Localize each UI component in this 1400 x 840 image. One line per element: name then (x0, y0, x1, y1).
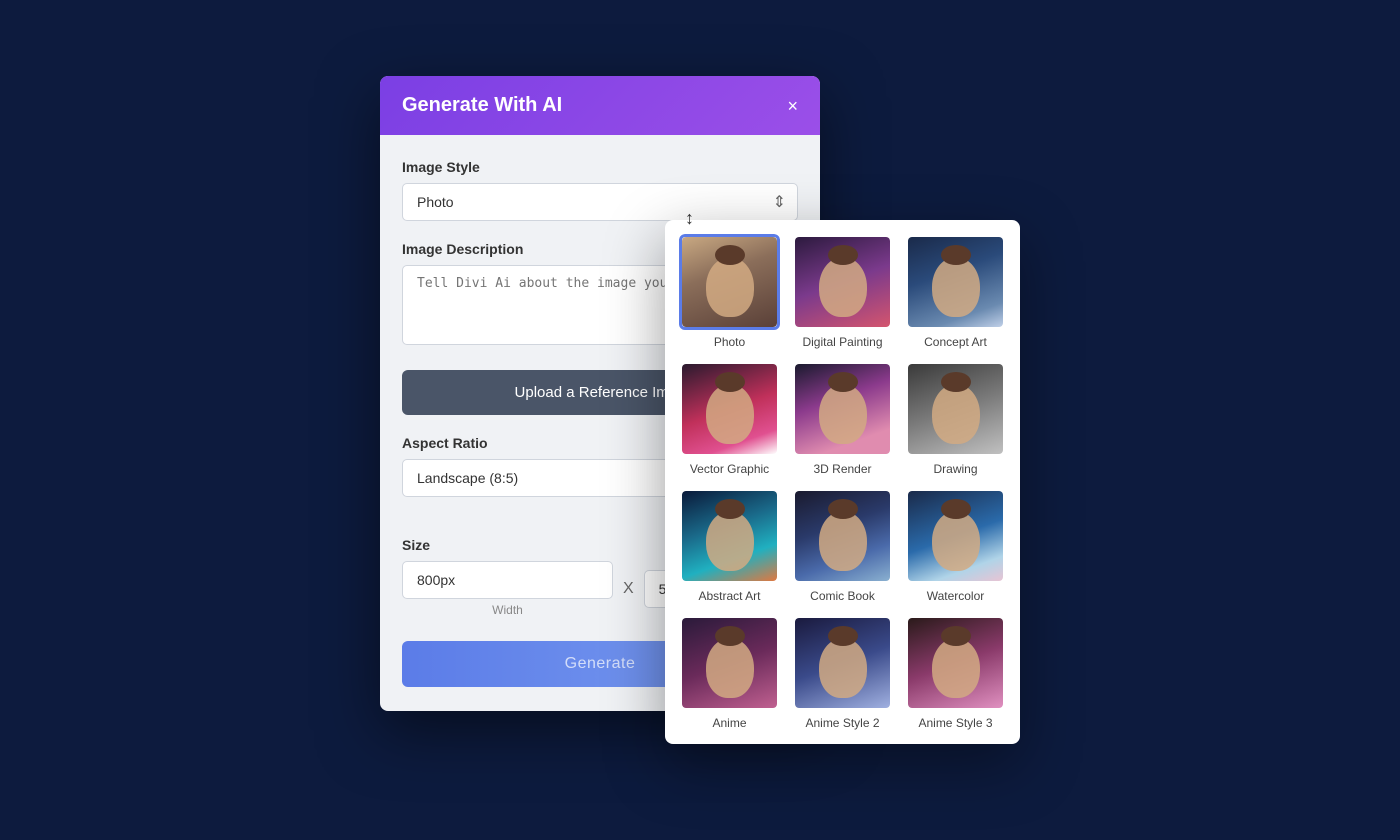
style-thumb-digital-painting (795, 237, 890, 327)
style-thumb-anime1 (682, 618, 777, 708)
size-x-icon: X (623, 580, 634, 598)
style-thumb-wrap-comic-book (792, 488, 893, 584)
style-thumb-wrap-drawing (905, 361, 1006, 457)
style-thumb-wrap-anime3 (905, 615, 1006, 711)
style-item-3d-render[interactable]: 3D Render (792, 361, 893, 476)
style-name-anime3: Anime Style 3 (918, 716, 992, 730)
style-picker-dropdown: Photo Digital Painting Concept Art Vector G… (665, 220, 1020, 744)
style-thumb-anime3 (908, 618, 1003, 708)
style-name-vector-graphic: Vector Graphic (690, 462, 769, 476)
style-item-anime2[interactable]: Anime Style 2 (792, 615, 893, 730)
style-item-digital-painting[interactable]: Digital Painting (792, 234, 893, 349)
style-thumb-wrap-anime1 (679, 615, 780, 711)
image-style-label: Image Style (402, 159, 798, 175)
style-thumb-concept-art (908, 237, 1003, 327)
style-name-digital-painting: Digital Painting (802, 335, 882, 349)
style-thumb-comic-book (795, 491, 890, 581)
style-thumb-wrap-3d-render (792, 361, 893, 457)
style-name-3d-render: 3D Render (813, 462, 871, 476)
style-thumb-watercolor (908, 491, 1003, 581)
style-name-comic-book: Comic Book (810, 589, 875, 603)
style-item-photo[interactable]: Photo (679, 234, 780, 349)
style-thumb-wrap-digital-painting (792, 234, 893, 330)
dialog-header: Generate With AI × (380, 76, 820, 135)
style-thumb-wrap-abstract-art (679, 488, 780, 584)
style-thumb-wrap-watercolor (905, 488, 1006, 584)
style-thumb-photo (682, 237, 777, 327)
width-label: Width (402, 603, 613, 617)
style-thumb-wrap-anime2 (792, 615, 893, 711)
style-name-anime1: Anime (712, 716, 746, 730)
style-item-anime3[interactable]: Anime Style 3 (905, 615, 1006, 730)
style-thumb-drawing (908, 364, 1003, 454)
style-item-abstract-art[interactable]: Abstract Art (679, 488, 780, 603)
style-item-comic-book[interactable]: Comic Book (792, 488, 893, 603)
style-name-photo: Photo (714, 335, 745, 349)
style-grid: Photo Digital Painting Concept Art Vector G… (679, 234, 1006, 730)
style-name-concept-art: Concept Art (924, 335, 987, 349)
style-item-concept-art[interactable]: Concept Art (905, 234, 1006, 349)
style-item-vector-graphic[interactable]: Vector Graphic (679, 361, 780, 476)
style-thumb-vector-graphic (682, 364, 777, 454)
style-name-anime2: Anime Style 2 (805, 716, 879, 730)
dialog-title: Generate With AI (402, 94, 562, 117)
style-name-drawing: Drawing (933, 462, 977, 476)
style-item-anime1[interactable]: Anime (679, 615, 780, 730)
close-button[interactable]: × (787, 97, 798, 115)
style-thumb-wrap-concept-art (905, 234, 1006, 330)
style-thumb-abstract-art (682, 491, 777, 581)
style-item-watercolor[interactable]: Watercolor (905, 488, 1006, 603)
width-wrapper: Width (402, 561, 613, 617)
style-item-drawing[interactable]: Drawing (905, 361, 1006, 476)
style-thumb-anime2 (795, 618, 890, 708)
style-thumb-wrap-photo (679, 234, 780, 330)
image-style-select[interactable]: Photo Digital Painting Concept Art Vecto… (402, 183, 798, 221)
width-input[interactable] (402, 561, 613, 599)
style-name-abstract-art: Abstract Art (698, 589, 760, 603)
style-thumb-3d-render (795, 364, 890, 454)
image-style-select-wrapper: Photo Digital Painting Concept Art Vecto… (402, 183, 798, 221)
style-name-watercolor: Watercolor (927, 589, 985, 603)
style-thumb-wrap-vector-graphic (679, 361, 780, 457)
